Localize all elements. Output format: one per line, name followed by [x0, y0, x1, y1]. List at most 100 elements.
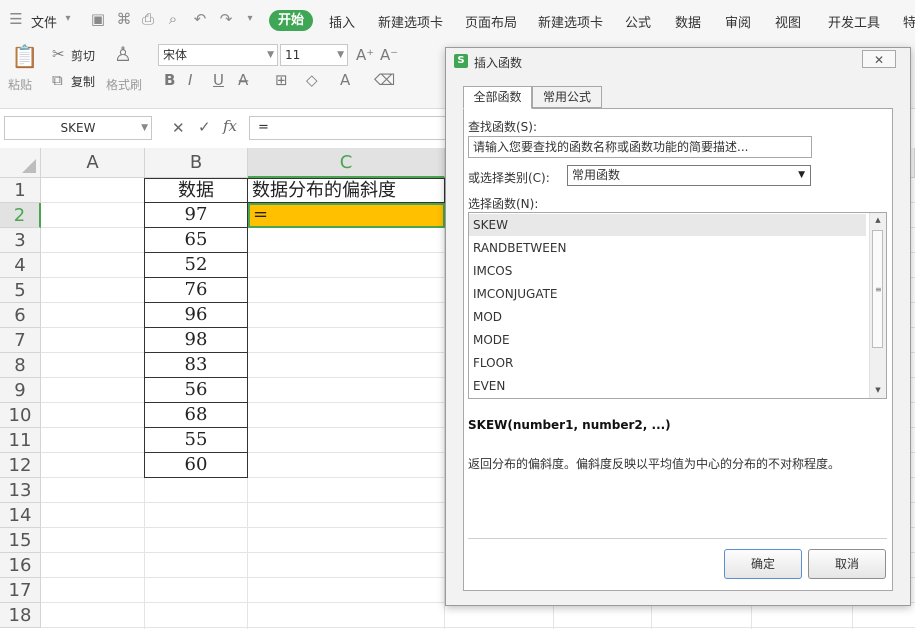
- italic-icon[interactable]: I: [188, 72, 192, 88]
- undo-icon[interactable]: ↶: [192, 11, 208, 27]
- row-header-7[interactable]: 7: [0, 328, 41, 353]
- tab-new-2[interactable]: 新建选项卡: [538, 12, 603, 31]
- hamburger-menu-icon[interactable]: ☰: [8, 11, 24, 27]
- cell-b6[interactable]: 96: [144, 303, 248, 328]
- font-color-icon[interactable]: A: [340, 72, 350, 88]
- function-list-item[interactable]: IMCONJUGATE: [469, 283, 866, 305]
- name-box[interactable]: SKEW ▼: [4, 116, 152, 140]
- cell-b2[interactable]: 97: [144, 203, 248, 228]
- underline-icon[interactable]: U: [213, 72, 224, 88]
- tab-new-1[interactable]: 新建选项卡: [378, 12, 443, 31]
- chevron-down-icon[interactable]: ▾: [242, 11, 258, 27]
- tab-start[interactable]: 开始: [269, 10, 313, 31]
- tab-review[interactable]: 审阅: [725, 12, 751, 31]
- scroll-thumb[interactable]: ≡: [872, 230, 883, 348]
- select-all-corner[interactable]: [0, 148, 41, 178]
- function-list-item[interactable]: EVEN: [469, 375, 866, 397]
- row-header-3[interactable]: 3: [0, 228, 41, 253]
- close-button[interactable]: ✕: [862, 50, 896, 68]
- cancel-button[interactable]: 取消: [808, 549, 886, 579]
- cell-c2-selected[interactable]: =: [248, 203, 445, 228]
- formula-input[interactable]: =: [249, 116, 449, 140]
- format-painter-icon[interactable]: ⌘: [116, 11, 132, 27]
- row-header-18[interactable]: 18: [0, 603, 41, 628]
- tab-special[interactable]: 特: [903, 12, 915, 31]
- confirm-formula-icon[interactable]: ✓: [198, 118, 211, 136]
- strikethrough-icon[interactable]: A̶: [238, 72, 248, 88]
- save-icon[interactable]: ▣: [90, 11, 106, 27]
- cell-b4[interactable]: 52: [144, 253, 248, 278]
- tab-data[interactable]: 数据: [675, 12, 701, 31]
- row-header-2[interactable]: 2: [0, 203, 41, 228]
- column-header-a[interactable]: A: [41, 148, 145, 178]
- cell-b8[interactable]: 83: [144, 353, 248, 378]
- tab-formulas[interactable]: 公式: [625, 12, 651, 31]
- shrink-font-icon[interactable]: A⁻: [380, 47, 398, 63]
- cell-b7[interactable]: 98: [144, 328, 248, 353]
- cancel-formula-icon[interactable]: ✕: [172, 119, 185, 137]
- row-header-14[interactable]: 14: [0, 503, 41, 528]
- cell-b5[interactable]: 76: [144, 278, 248, 303]
- redo-icon[interactable]: ↷: [218, 11, 234, 27]
- cell-b12[interactable]: 60: [144, 453, 248, 478]
- grow-font-icon[interactable]: A⁺: [356, 47, 374, 63]
- row-header-5[interactable]: 5: [0, 278, 41, 303]
- tab-page-layout[interactable]: 页面布局: [465, 12, 517, 31]
- cell-b9[interactable]: 56: [144, 378, 248, 403]
- category-select[interactable]: 常用函数 ▼: [567, 165, 811, 186]
- row-header-10[interactable]: 10: [0, 403, 41, 428]
- function-list-item[interactable]: SKEW: [469, 214, 866, 236]
- print-icon[interactable]: ⎙: [140, 11, 156, 27]
- print-preview-icon[interactable]: ⌕: [165, 11, 181, 27]
- scroll-up-icon[interactable]: ▲: [870, 213, 886, 228]
- row-header-17[interactable]: 17: [0, 578, 41, 603]
- scrollbar[interactable]: ▲ ≡ ▼: [869, 213, 886, 398]
- row-header-13[interactable]: 13: [0, 478, 41, 503]
- cell-b10[interactable]: 68: [144, 403, 248, 428]
- function-list-item[interactable]: MODE: [469, 329, 866, 351]
- tab-view[interactable]: 视图: [775, 12, 801, 31]
- format-painter-button[interactable]: 格式刷: [106, 76, 142, 93]
- chevron-down-icon[interactable]: ▾: [60, 11, 76, 27]
- tab-insert[interactable]: 插入: [329, 12, 355, 31]
- cut-button[interactable]: 剪切: [71, 47, 95, 64]
- paste-button[interactable]: 粘贴: [8, 76, 32, 93]
- file-menu[interactable]: 文件: [31, 12, 57, 31]
- font-name-select[interactable]: 宋体 ▼: [158, 44, 278, 66]
- tab-common-formulas[interactable]: 常用公式: [532, 86, 602, 108]
- tab-developer[interactable]: 开发工具: [828, 12, 880, 31]
- ok-button[interactable]: 确定: [724, 549, 802, 579]
- copy-button[interactable]: 复制: [71, 73, 95, 90]
- font-size-select[interactable]: 11 ▼: [280, 44, 348, 66]
- function-list-item[interactable]: IMCOS: [469, 260, 866, 282]
- fill-color-icon[interactable]: ◇: [306, 72, 318, 88]
- tab-all-functions[interactable]: 全部函数: [463, 86, 532, 109]
- function-list-item[interactable]: RANDBETWEEN: [469, 237, 866, 259]
- dialog-titlebar[interactable]: S 插入函数 ✕: [446, 48, 910, 74]
- bold-icon[interactable]: B: [164, 72, 175, 88]
- cell-b1[interactable]: 数据: [144, 178, 248, 203]
- function-list-item[interactable]: FLOOR: [469, 352, 866, 374]
- column-header-b[interactable]: B: [145, 148, 248, 178]
- scissors-icon[interactable]: ✂: [52, 46, 65, 62]
- fx-button[interactable]: fx: [223, 117, 237, 135]
- row-header-4[interactable]: 4: [0, 253, 41, 278]
- row-header-16[interactable]: 16: [0, 553, 41, 578]
- column-header-c[interactable]: C: [248, 148, 445, 178]
- function-list-item[interactable]: MOD: [469, 306, 866, 328]
- cell-b11[interactable]: 55: [144, 428, 248, 453]
- function-search-input[interactable]: 请输入您要查找的函数名称或函数功能的简要描述...: [468, 136, 812, 158]
- cell-c1[interactable]: 数据分布的偏斜度: [248, 178, 445, 203]
- brush-icon[interactable]: ♙: [114, 44, 132, 64]
- cell-b3[interactable]: 65: [144, 228, 248, 253]
- row-header-1[interactable]: 1: [0, 178, 41, 203]
- paste-icon[interactable]: 📋: [11, 46, 38, 70]
- eraser-icon[interactable]: ⌫: [374, 72, 395, 88]
- row-header-11[interactable]: 11: [0, 428, 41, 453]
- row-header-8[interactable]: 8: [0, 353, 41, 378]
- scroll-down-icon[interactable]: ▼: [870, 383, 886, 398]
- row-header-15[interactable]: 15: [0, 528, 41, 553]
- row-header-9[interactable]: 9: [0, 378, 41, 403]
- border-icon[interactable]: ⊞: [275, 72, 288, 88]
- row-header-6[interactable]: 6: [0, 303, 41, 328]
